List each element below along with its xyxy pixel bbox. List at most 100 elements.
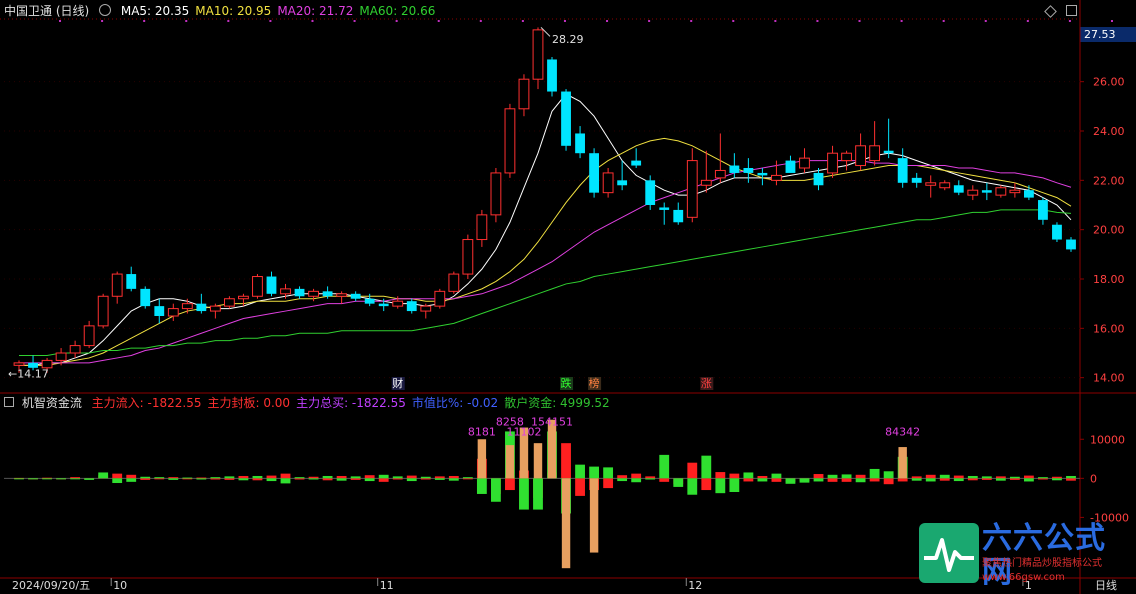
retail-flow-bar [645,478,656,480]
brand-logo: 六六公式网 聚焦热门精品炒股指标公式 www.66gsw.com [918,522,1136,590]
retail-flow-bar [855,478,866,483]
candle-body-down [911,177,922,183]
main-flow-bar [617,475,628,479]
brand-heartbeat-icon [919,523,979,583]
retail-flow-bar [420,476,431,479]
price-axis-label: 26.00 [1093,76,1125,89]
top-marker-dot [690,20,693,22]
main-flow-bar [827,478,838,482]
peak-label: 8181 [468,425,496,438]
main-flow-bar [322,478,333,481]
indicator-axis-label: 10000 [1090,433,1125,446]
top-marker-dot [1110,20,1113,22]
retail-flow-bar [14,478,24,480]
top-marker-dot [353,20,356,22]
candle-body-up [967,189,979,196]
main-flow-bar [645,476,656,479]
top-marker-dot [101,20,104,22]
top-marker-dot [185,20,188,22]
first-date-label: 2024/09/20/五 [12,579,91,592]
peak-label: 84342 [885,425,920,438]
retail-flow-bar [869,468,880,479]
main-flow-bar [981,478,992,480]
spike-bar [561,478,571,569]
candle-body-up [714,169,726,179]
event-tag: 财 [392,376,403,390]
candle-body-up [925,182,937,186]
candle-body-up [336,293,348,297]
main-flow-bar [420,478,431,480]
candle-body-down [126,274,137,289]
candle-body-down [1038,200,1048,220]
candle-body-down [196,303,207,312]
ma-line-ma20 [19,160,1072,364]
main-flow-bar [126,474,137,479]
top-marker-dot [732,20,735,22]
main-flow-bar [462,478,473,480]
candle-body-up [532,29,544,80]
candle-body-down [575,133,585,154]
candle-body-up [434,290,446,307]
retail-flow-bar [84,478,95,480]
candle-body-down [350,293,361,299]
retail-flow-bar [1038,477,1048,479]
top-marker-dot [1026,20,1029,22]
candle-body-up [13,362,25,366]
top-marker-dot [143,20,146,22]
retail-flow-bar [350,476,361,479]
candle-body-up [700,179,712,186]
top-marker-dot [521,20,524,22]
month-label: 11 [379,579,394,592]
top-marker-dot [479,20,482,22]
candle-body-up [55,352,67,361]
main-flow-bar [140,478,151,480]
candle-body-down [406,301,417,312]
candle-body-down [322,291,333,297]
brand-url: www.66gsw.com [982,572,1065,583]
main-flow-bar [350,478,361,480]
retail-flow-bar [911,478,922,481]
candle-body-down [673,209,684,223]
candle-body-up [771,174,782,181]
candle-body-up [448,273,460,292]
retail-flow-bar [953,478,964,482]
event-tag: 跌 [561,376,572,390]
candle-body-down [294,288,305,297]
retail-flow-bar [687,478,698,495]
retail-flow-bar [322,475,333,479]
month-label: 12 [688,579,703,592]
candle-body-up [111,273,123,297]
top-marker-dot [59,20,62,22]
retail-flow-bar [813,478,824,482]
candle-body-down [743,168,754,173]
main-flow-bar [224,478,235,480]
retail-flow-bar [589,466,600,479]
main-flow-bar [841,478,852,482]
retail-flow-bar [378,474,389,479]
candle-body-down [140,288,151,307]
candle-body-down [729,165,740,173]
main-flow-bar [1038,478,1048,480]
candle-body-up [97,295,109,327]
retail-flow-bar [1023,478,1034,482]
retail-flow-bar [1052,478,1062,481]
candle-body-up [238,295,249,300]
chart-canvas[interactable]: 26.00 24.00 22.00 20.00 18.00 16.00 14.00 28.29… [0,0,1136,594]
main-flow-bar [406,475,417,479]
top-marker-dot [606,20,609,22]
retail-flow-bar [799,478,810,483]
candle-body-down [785,160,796,173]
top-marker-dot [563,20,566,22]
retail-flow-bar [294,477,305,479]
candle-body-down [659,207,670,210]
retail-flow-bar [883,471,894,479]
price-axis-label: 16.00 [1093,322,1125,335]
candle-body-up [504,108,516,174]
retail-flow-bar [392,476,403,479]
candle-body-up [181,303,193,310]
retail-flow-bar [168,478,179,480]
candle-body-down [154,306,165,316]
retail-flow-bar [266,478,277,482]
main-flow-bar [266,475,277,479]
candle-body-up [490,172,502,216]
